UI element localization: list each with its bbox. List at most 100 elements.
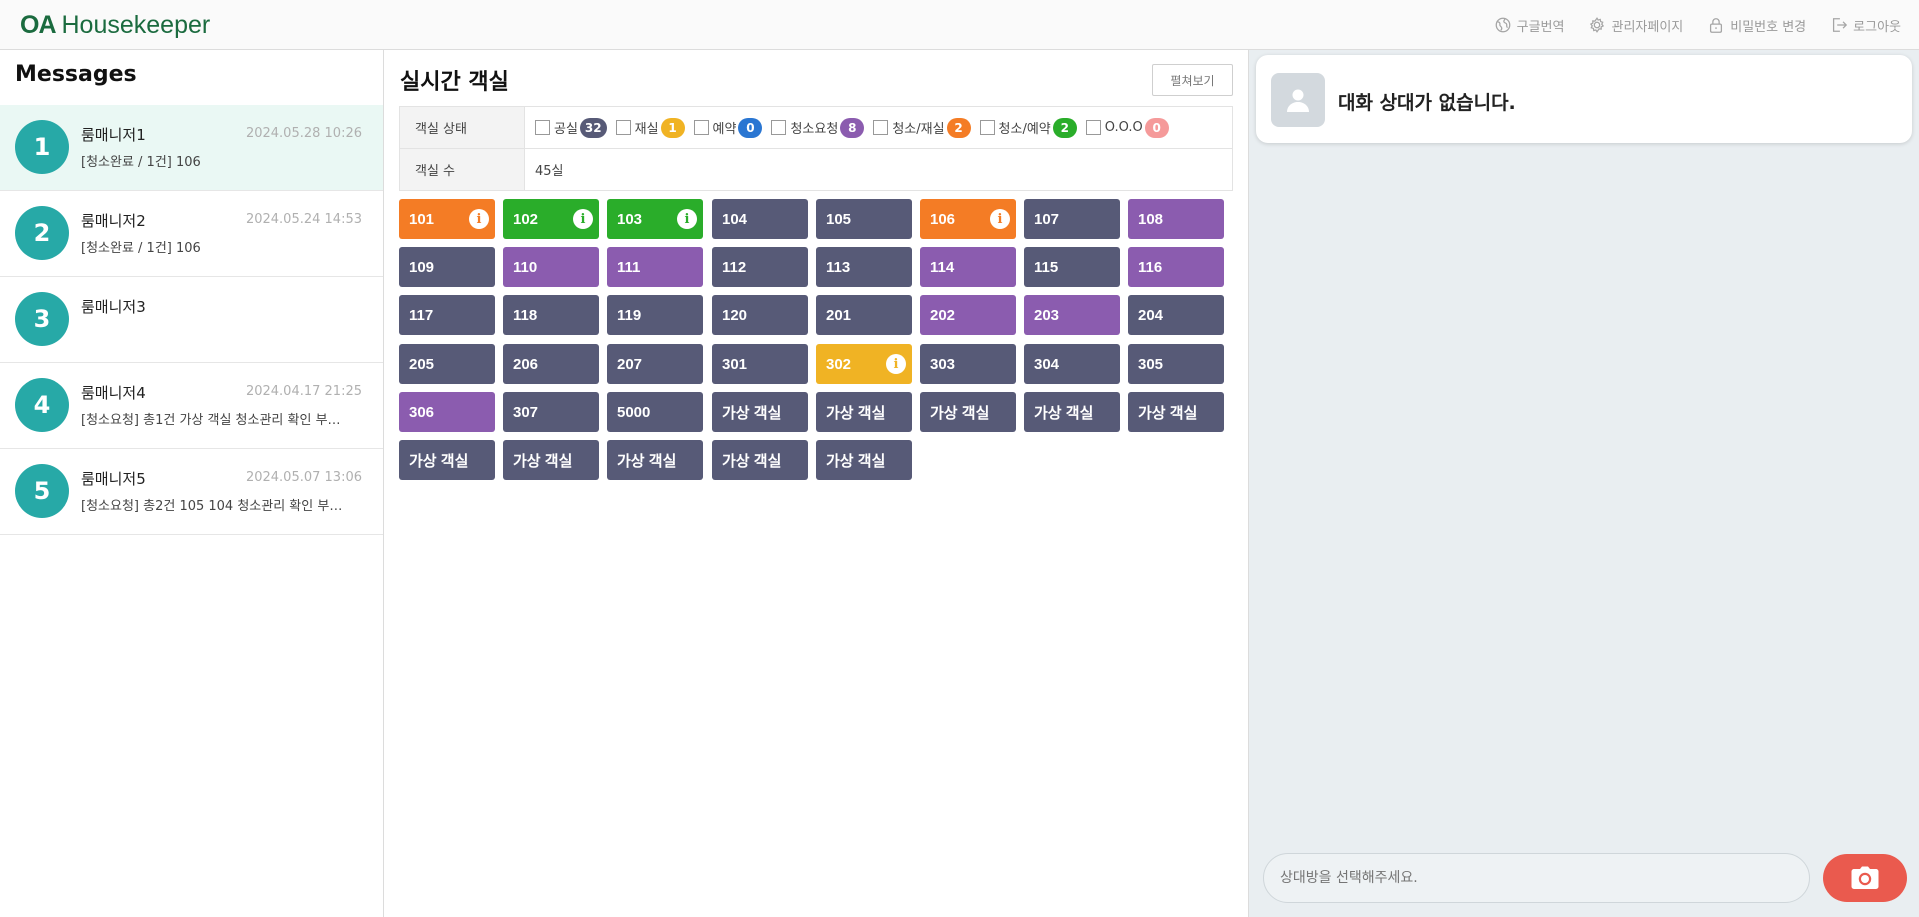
header-nav: 구글번역 관리자페이지 비밀번호 변경 로그아웃 <box>1494 0 1901 50</box>
room-number: 115 <box>1034 258 1059 276</box>
status-filter[interactable]: O.O.O 0 <box>1085 117 1169 138</box>
nav-change-password[interactable]: 비밀번호 변경 <box>1707 16 1806 35</box>
room-tile[interactable]: 206 <box>503 344 599 384</box>
room-tile[interactable]: 114 <box>920 247 1016 287</box>
room-tile[interactable]: 가상 객실 <box>1128 392 1224 432</box>
room-tile[interactable]: 106 i <box>920 199 1016 239</box>
user-icon <box>1271 73 1325 127</box>
camera-icon <box>1851 866 1879 889</box>
message-item[interactable]: 2 룸매니저2 2024.05.24 14:53 [청소완료 / 1건] 106 <box>0 191 383 277</box>
room-tile[interactable]: 301 <box>712 344 808 384</box>
info-icon[interactable]: i <box>469 209 489 229</box>
room-tile[interactable]: 가상 객실 <box>712 392 808 432</box>
nav-google-translate[interactable]: 구글번역 <box>1494 16 1565 35</box>
room-number: 114 <box>930 258 955 276</box>
message-date: 2024.04.17 21:25 <box>245 384 362 399</box>
room-tile[interactable]: 306 <box>399 392 495 432</box>
room-tile[interactable]: 117 <box>399 295 495 335</box>
room-tile[interactable]: 116 <box>1128 247 1224 287</box>
room-tile[interactable]: 5000 <box>607 392 703 432</box>
room-tile[interactable]: 107 <box>1024 199 1120 239</box>
filter-checkbox[interactable] <box>771 120 787 135</box>
room-number: 가상 객실 <box>826 404 886 422</box>
room-tile[interactable]: 101 i <box>399 199 495 239</box>
filter-checkbox[interactable] <box>615 120 631 135</box>
filter-count-badge: 2 <box>1052 117 1077 138</box>
status-filter[interactable]: 공실 32 <box>535 117 607 138</box>
filter-checkbox[interactable] <box>535 120 550 135</box>
room-tile[interactable]: 108 <box>1128 199 1224 239</box>
room-tile[interactable]: 110 <box>503 247 599 287</box>
message-item[interactable]: 4 룸매니저4 2024.04.17 21:25 [청소요청] 총1건 가상 객… <box>0 363 383 449</box>
status-filter[interactable]: 청소/예약 2 <box>979 117 1077 138</box>
room-tile[interactable]: 가상 객실 <box>503 440 599 480</box>
filter-count-badge: 2 <box>946 117 971 138</box>
logout-icon <box>1833 18 1848 32</box>
info-icon[interactable]: i <box>886 354 906 374</box>
nav-admin-page[interactable]: 관리자페이지 <box>1588 16 1683 35</box>
room-tile[interactable]: 118 <box>503 295 599 335</box>
room-number: 202 <box>930 306 956 324</box>
info-icon[interactable]: i <box>990 209 1010 229</box>
room-tile[interactable]: 205 <box>399 344 495 384</box>
room-tile[interactable]: 113 <box>816 247 912 287</box>
room-tile[interactable]: 103 i <box>607 199 703 239</box>
room-tile[interactable]: 307 <box>503 392 599 432</box>
room-tile[interactable]: 112 <box>712 247 808 287</box>
room-number: 117 <box>409 306 434 324</box>
room-tile[interactable]: 202 <box>920 295 1016 335</box>
room-tile[interactable]: 120 <box>712 295 808 335</box>
nav-label: 로그아웃 <box>1853 19 1901 35</box>
status-filter[interactable]: 청소/재실 2 <box>873 117 971 138</box>
room-tile[interactable]: 305 <box>1128 344 1224 384</box>
room-tile[interactable]: 가상 객실 <box>816 392 912 432</box>
rooms-panel: 실시간 객실 펼쳐보기 객실 상태 공실 32 재실 1 예약 0 청소요청 8 청소/재실 2 청… <box>385 50 1248 917</box>
filter-label: 청소/재실 <box>892 122 945 137</box>
info-icon[interactable]: i <box>677 209 697 229</box>
room-tile[interactable]: 109 <box>399 247 495 287</box>
chat-panel: 대화 상대가 없습니다. <box>1248 50 1919 917</box>
room-number: 가상 객실 <box>409 452 469 470</box>
status-filter[interactable]: 청소요청 8 <box>771 117 865 138</box>
expand-button[interactable]: 펼쳐보기 <box>1152 64 1233 96</box>
status-filter[interactable]: 재실 1 <box>615 117 685 138</box>
filter-checkbox[interactable] <box>873 120 889 135</box>
filter-checkbox[interactable] <box>979 120 995 135</box>
chat-header-card: 대화 상대가 없습니다. <box>1256 55 1912 143</box>
room-tile[interactable]: 119 <box>607 295 703 335</box>
camera-button[interactable] <box>1823 854 1907 902</box>
room-tile[interactable]: 105 <box>816 199 912 239</box>
room-tile[interactable]: 115 <box>1024 247 1120 287</box>
room-number: 108 <box>1138 210 1164 228</box>
filter-checkbox[interactable] <box>693 120 709 135</box>
room-tile[interactable]: 가상 객실 <box>1024 392 1120 432</box>
room-tile[interactable]: 207 <box>607 344 703 384</box>
room-tile[interactable]: 가상 객실 <box>816 440 912 480</box>
room-tile[interactable]: 가상 객실 <box>399 440 495 480</box>
room-tile[interactable]: 102 i <box>503 199 599 239</box>
nav-label: 구글번역 <box>1516 19 1565 35</box>
lock-icon <box>1710 18 1723 33</box>
room-tile[interactable]: 302 i <box>816 344 912 384</box>
status-filter[interactable]: 예약 0 <box>693 117 763 138</box>
room-tile[interactable]: 203 <box>1024 295 1120 335</box>
info-icon[interactable]: i <box>573 209 593 229</box>
room-tile[interactable]: 111 <box>607 247 703 287</box>
room-tile[interactable]: 가상 객실 <box>712 440 808 480</box>
room-tile[interactable]: 201 <box>816 295 912 335</box>
room-tile[interactable]: 204 <box>1128 295 1224 335</box>
logo-name: Housekeeper <box>61 11 211 39</box>
room-tile[interactable]: 가상 객실 <box>920 392 1016 432</box>
filter-checkbox[interactable] <box>1085 120 1101 135</box>
app-logo[interactable]: OA Housekeeper <box>20 9 210 41</box>
chat-input[interactable] <box>1263 853 1810 903</box>
room-tile[interactable]: 가상 객실 <box>607 440 703 480</box>
message-item[interactable]: 5 룸매니저5 2024.05.07 13:06 [청소요청] 총2건 105 … <box>0 449 383 535</box>
room-tile[interactable]: 104 <box>712 199 808 239</box>
room-tile[interactable]: 304 <box>1024 344 1120 384</box>
message-item[interactable]: 1 룸매니저1 2024.05.28 10:26 [청소완료 / 1건] 106 <box>0 105 383 191</box>
message-item[interactable]: 3 룸매니저3 <box>0 277 383 363</box>
room-number: 111 <box>617 258 641 276</box>
nav-logout[interactable]: 로그아웃 <box>1830 16 1901 35</box>
room-tile[interactable]: 303 <box>920 344 1016 384</box>
